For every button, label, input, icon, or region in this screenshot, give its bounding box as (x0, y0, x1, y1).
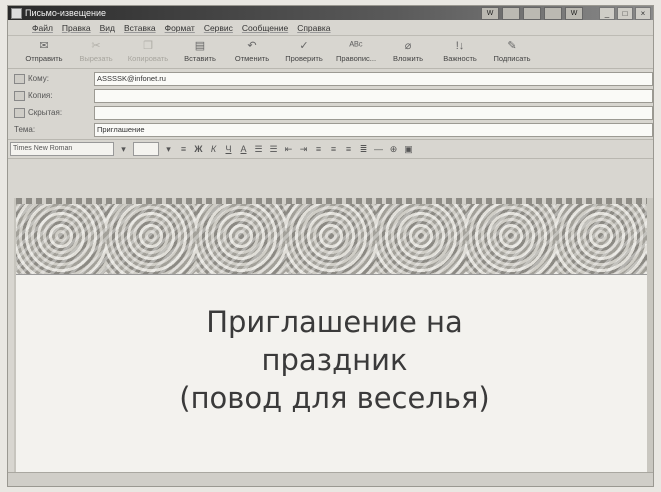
spelling-icon: ᴬᴮᶜ (349, 39, 363, 52)
subject-field[interactable]: Приглашение (94, 122, 653, 137)
subject-row: Тема: Приглашение (14, 122, 653, 137)
menu-message[interactable]: Сообщение (242, 23, 288, 33)
numbered-list-icon[interactable]: ☰ (253, 144, 264, 155)
priority-icon: !↓ (455, 39, 465, 52)
invitation-line-2: праздник (261, 343, 408, 377)
invitation-text: Приглашение на праздник (повод для весел… (16, 275, 653, 417)
paragraph-style-icon[interactable]: ≡ (178, 144, 189, 154)
font-color-icon[interactable]: A (238, 144, 249, 154)
cc-field[interactable] (94, 88, 653, 103)
send-button[interactable]: ✉ Отправить (18, 36, 70, 63)
priority-button[interactable]: !↓ Важность (434, 36, 486, 64)
spelling-label: Правопис... (335, 54, 377, 63)
paste-label: Вставить (184, 54, 216, 63)
to-field[interactable]: ASSSSK@infonet.ru (94, 71, 653, 86)
invitation-line-1: Приглашение на (206, 305, 463, 339)
chevron-down-icon[interactable]: ▾ (163, 144, 174, 155)
paste-button[interactable]: ▤ Вставить (174, 36, 226, 63)
undo-icon: ↶ (247, 40, 257, 52)
decrease-indent-icon[interactable]: ⇤ (283, 144, 294, 155)
menu-file[interactable]: Файл (32, 23, 53, 33)
sign-icon: ✎ (507, 40, 517, 52)
sign-button[interactable]: ✎ Подписать (486, 36, 538, 63)
italic-icon[interactable]: К (208, 144, 219, 154)
bcc-row: Скрытая: (14, 105, 653, 120)
font-size-select[interactable] (133, 142, 159, 156)
envelope-icon (11, 7, 22, 19)
sign-label: Подписать (493, 54, 531, 63)
decorative-banner (16, 198, 653, 275)
horizontal-line-icon[interactable]: — (373, 144, 384, 154)
address-book-icon (14, 73, 25, 84)
spelling-button[interactable]: ᴬᴮᶜ Правопис... (330, 36, 382, 64)
address-fields: Кому: ASSSSK@infonet.ru Копия: Скрытая: … (8, 69, 653, 137)
menu-help[interactable]: Справка (297, 23, 330, 33)
to-label[interactable]: Кому: (14, 73, 94, 84)
cut-label: Вырезать (79, 54, 113, 63)
vertical-scrollbar[interactable] (647, 198, 653, 472)
paste-icon: ▤ (194, 40, 206, 52)
message-window: Письмо-извещение W W _ □ × Файл Правка В… (8, 6, 653, 486)
menu-edit[interactable]: Правка (62, 23, 91, 33)
align-right-icon[interactable]: ≡ (343, 144, 354, 154)
menu-insert[interactable]: Вставка (124, 23, 156, 33)
cut-icon: ✂ (91, 40, 101, 52)
message-body[interactable]: Приглашение на праздник (повод для весел… (14, 198, 653, 472)
chevron-down-icon[interactable]: ▾ (118, 144, 129, 155)
justify-icon[interactable]: ≣ (358, 144, 369, 155)
address-book-icon (14, 90, 25, 101)
menu-bar: Файл Правка Вид Вставка Формат Сервис Со… (8, 20, 653, 36)
title-bar: Письмо-извещение W W _ □ × (8, 6, 653, 20)
attach-icon: ⌀ (404, 40, 412, 52)
to-row: Кому: ASSSSK@infonet.ru (14, 71, 653, 86)
copy-label: Копировать (127, 54, 169, 63)
hyperlink-icon[interactable]: ⊕ (388, 144, 399, 155)
priority-label: Важность (443, 54, 477, 63)
undo-button[interactable]: ↶ Отменить (226, 36, 278, 63)
subject-label: Тема: (14, 125, 36, 134)
send-icon: ✉ (39, 40, 49, 52)
tray-item-word-2[interactable]: W (565, 7, 583, 20)
window-title: Письмо-извещение (25, 8, 107, 18)
align-left-icon[interactable]: ≡ (313, 144, 324, 154)
cc-row: Копия: (14, 88, 653, 103)
format-toolbar: Times New Roman ▾ ▾ ≡ Ж К Ч A ☰ ☰ ⇤ ⇥ ≡ … (8, 139, 653, 159)
bcc-label[interactable]: Скрытая: (14, 107, 94, 118)
invitation-line-3: (повод для веселья) (179, 381, 490, 415)
bullet-list-icon[interactable]: ☰ (268, 144, 279, 155)
tray-item-word[interactable]: W (481, 7, 499, 20)
check-names-label: Проверить (285, 54, 323, 63)
bcc-field[interactable] (94, 105, 653, 120)
tray-item-4[interactable] (544, 7, 562, 20)
align-center-icon[interactable]: ≡ (328, 144, 339, 154)
tray-item-2[interactable] (502, 7, 520, 20)
font-select[interactable]: Times New Roman (10, 142, 114, 156)
taskbar-tray: W W (481, 7, 583, 20)
increase-indent-icon[interactable]: ⇥ (298, 144, 309, 155)
status-bar (8, 472, 653, 486)
copy-button[interactable]: ❐ Копировать (122, 36, 174, 63)
tray-item-3[interactable] (523, 7, 541, 20)
send-label: Отправить (25, 54, 63, 63)
menu-view[interactable]: Вид (100, 23, 115, 33)
close-button[interactable]: × (635, 7, 651, 20)
bold-icon[interactable]: Ж (193, 144, 204, 154)
address-book-icon (14, 107, 25, 118)
copy-icon: ❐ (143, 40, 153, 52)
maximize-button[interactable]: □ (617, 7, 633, 20)
check-names-button[interactable]: ✓ Проверить (278, 36, 330, 63)
cut-button[interactable]: ✂ Вырезать (70, 36, 122, 63)
menu-format[interactable]: Формат (165, 23, 195, 33)
minimize-button[interactable]: _ (599, 7, 615, 20)
cc-label[interactable]: Копия: (14, 90, 94, 101)
check-names-icon: ✓ (299, 40, 309, 52)
insert-picture-icon[interactable]: ▣ (403, 144, 414, 155)
toolbar: ✉ Отправить ✂ Вырезать ❐ Копировать ▤ Вс… (8, 36, 653, 69)
undo-label: Отменить (234, 54, 270, 63)
attach-button[interactable]: ⌀ Вложить (382, 36, 434, 63)
underline-icon[interactable]: Ч (223, 144, 234, 154)
menu-tools[interactable]: Сервис (204, 23, 233, 33)
attach-label: Вложить (392, 54, 424, 63)
